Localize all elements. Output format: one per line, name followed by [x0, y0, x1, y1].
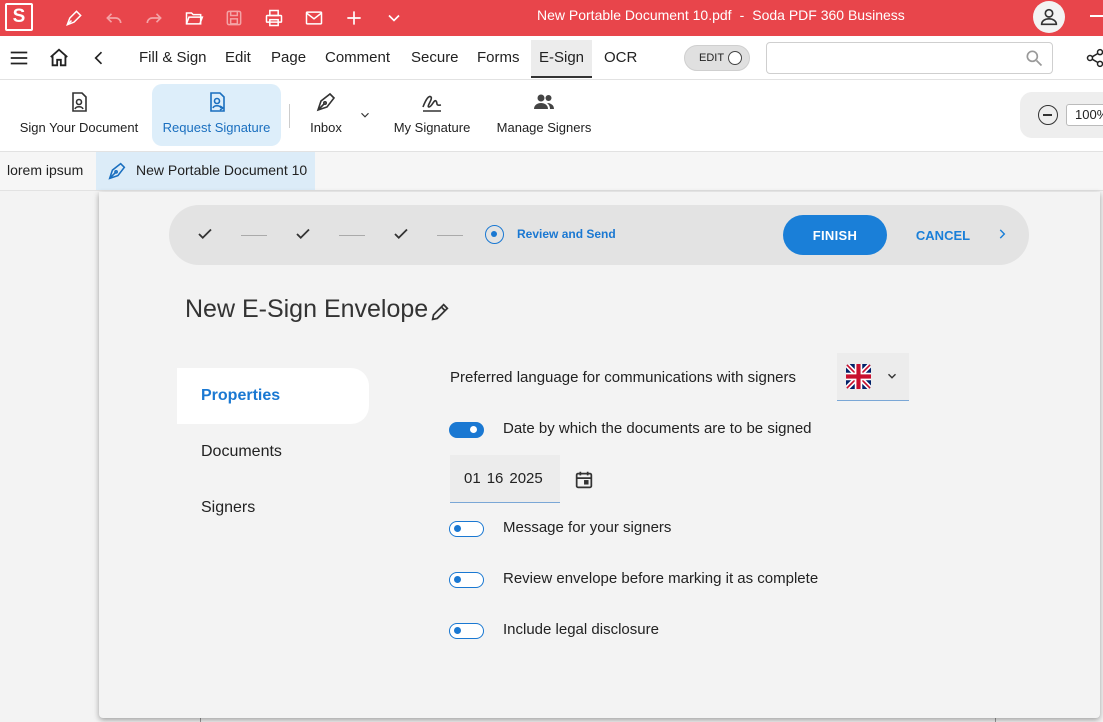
tab-ocr[interactable]: OCR: [604, 40, 637, 78]
home-icon[interactable]: [47, 46, 71, 70]
undo-icon[interactable]: [100, 4, 128, 32]
edit-toggle-label: EDIT: [699, 52, 725, 64]
step-connector: [241, 235, 267, 236]
date-year: 2025: [509, 470, 543, 487]
app-logo-letter: S: [12, 6, 26, 27]
due-date-label: Date by which the documents are to be si…: [503, 420, 812, 437]
date-day: 16: [486, 470, 504, 487]
legal-disclosure-label: Include legal disclosure: [503, 621, 659, 638]
title-separator: -: [739, 7, 745, 23]
step-1-check-icon[interactable]: [196, 225, 214, 243]
inbox-chevron-down-icon[interactable]: [358, 108, 372, 122]
language-label: Preferred language for communications wi…: [450, 369, 797, 386]
app-name: Soda PDF 360 Business: [752, 7, 905, 23]
step-3-check-icon[interactable]: [392, 225, 410, 243]
message-label: Message for your signers: [503, 519, 672, 536]
add-icon[interactable]: [340, 4, 368, 32]
zoom-out-icon[interactable]: [1038, 105, 1058, 125]
request-signature-label: Request Signature: [162, 120, 271, 135]
message-toggle[interactable]: [449, 521, 484, 537]
title-bar: S New Portable Document 10.pdf - Soda PDF …: [0, 0, 1103, 36]
chevron-right-icon[interactable]: [995, 227, 1009, 241]
uk-flag-icon: [846, 364, 871, 389]
doc-tab-active[interactable]: New Portable Document 10: [96, 152, 315, 190]
step-2-check-icon[interactable]: [294, 225, 312, 243]
tab-secure[interactable]: Secure: [411, 40, 459, 78]
edit-pencil-icon[interactable]: [429, 301, 451, 323]
inbox-label: Inbox: [310, 120, 342, 135]
finish-button[interactable]: FINISH: [783, 215, 887, 255]
pen-icon[interactable]: [60, 4, 88, 32]
sign-your-document-label: Sign Your Document: [19, 120, 139, 135]
doc-tab-active-label: New Portable Document 10: [136, 162, 308, 178]
mail-icon[interactable]: [300, 4, 328, 32]
signature-icon: [422, 95, 442, 112]
document-sign-icon: [72, 92, 87, 112]
minimize-icon[interactable]: [1090, 15, 1103, 17]
request-signature-button[interactable]: Request Signature: [152, 84, 281, 146]
my-signature-label: My Signature: [393, 120, 471, 135]
user-icon[interactable]: [1033, 1, 1065, 33]
wizard-stepper: Review and Send FINISH CANCEL: [169, 205, 1029, 265]
sidebar-item-properties[interactable]: Properties: [177, 368, 369, 424]
request-signature-icon: [209, 92, 225, 112]
sidebar-item-documents[interactable]: Documents: [177, 424, 369, 480]
people-icon: [534, 94, 554, 109]
hamburger-menu-icon[interactable]: [7, 46, 31, 70]
toggle-knob: [728, 51, 743, 65]
tab-edit[interactable]: Edit: [225, 40, 251, 78]
app-logo[interactable]: S: [5, 3, 33, 31]
date-month: 01: [464, 470, 481, 487]
sidebar-item-signers[interactable]: Signers: [177, 480, 369, 536]
legal-disclosure-toggle[interactable]: [449, 623, 484, 639]
back-chevron-icon[interactable]: [87, 46, 111, 70]
search-icon[interactable]: [1024, 48, 1044, 68]
chevron-down-icon: [888, 373, 896, 379]
search-input[interactable]: [766, 42, 1053, 74]
review-envelope-label: Review envelope before marking it as com…: [503, 570, 819, 587]
language-select[interactable]: [837, 353, 909, 401]
doc-tab-lorem-ipsum[interactable]: lorem ipsum: [7, 152, 83, 190]
review-envelope-toggle[interactable]: [449, 572, 484, 588]
cancel-button[interactable]: CANCEL: [911, 215, 975, 255]
zoom-control: 100%: [1020, 92, 1103, 138]
tab-page[interactable]: Page: [271, 40, 306, 78]
save-icon[interactable]: [220, 4, 248, 32]
edit-mode-toggle[interactable]: EDIT: [684, 45, 750, 71]
current-step-radio-icon: [485, 225, 504, 244]
window-title: New Portable Document 10.pdf - Soda PDF 36…: [537, 0, 905, 36]
manage-signers-button[interactable]: Manage Signers: [494, 84, 594, 146]
envelope-title: New E-Sign Envelope: [185, 295, 429, 323]
ribbon-divider: [289, 104, 290, 128]
document-tabs: lorem ipsum New Portable Document 10: [0, 152, 1103, 191]
share-icon[interactable]: [1085, 48, 1103, 68]
zoom-level-input[interactable]: 100%: [1066, 104, 1103, 126]
inbox-button[interactable]: Inbox: [300, 84, 352, 146]
due-date-input[interactable]: 01 16 2025: [450, 455, 560, 503]
due-date-toggle[interactable]: [449, 422, 484, 438]
tab-fill-sign[interactable]: Fill & Sign: [139, 40, 207, 78]
open-folder-icon[interactable]: [180, 4, 208, 32]
document-name: New Portable Document 10.pdf: [537, 7, 732, 23]
step-connector: [437, 235, 463, 236]
tab-comment[interactable]: Comment: [325, 40, 390, 78]
pen-nib-icon: [108, 162, 126, 180]
tab-e-sign[interactable]: E-Sign: [531, 40, 593, 78]
print-icon[interactable]: [260, 4, 288, 32]
pen-nib-icon: [316, 92, 336, 112]
sign-your-document-button[interactable]: Sign Your Document: [14, 84, 144, 146]
manage-signers-label: Manage Signers: [496, 120, 592, 135]
redo-icon[interactable]: [140, 4, 168, 32]
ribbon-toolbar: Sign Your Document Request Signature Inb…: [0, 80, 1103, 152]
menu-bar: Fill & Sign Edit Page Comment Secure For…: [0, 36, 1103, 80]
my-signature-button[interactable]: My Signature: [390, 84, 474, 146]
current-step-label: Review and Send: [517, 227, 616, 241]
calendar-icon[interactable]: [573, 469, 595, 491]
step-connector: [339, 235, 365, 236]
chevron-down-icon[interactable]: [380, 4, 408, 32]
tab-forms[interactable]: Forms: [477, 40, 520, 78]
